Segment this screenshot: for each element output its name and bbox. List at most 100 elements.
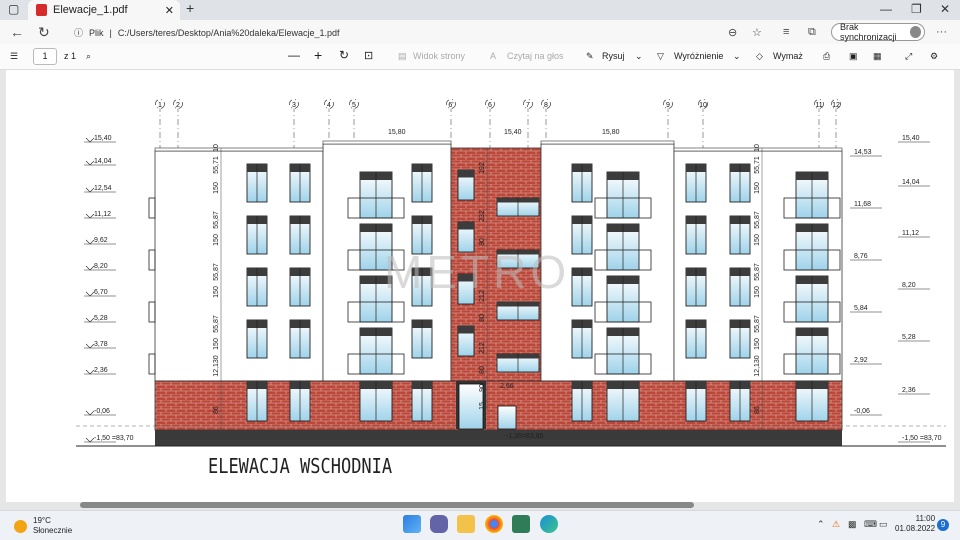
contents-icon[interactable]: ☰ [10,51,18,62]
tab-actions-icon[interactable]: ▢ [8,2,19,16]
refresh-icon[interactable]: ↻ [38,24,50,41]
window-blind-box [458,326,474,334]
tray-app-icon[interactable]: ▩ [848,519,857,530]
grid-axis-label: 10 [699,102,707,109]
app-icon[interactable] [512,515,530,533]
level-marker-icon [85,369,95,375]
page-total: z 1 [64,51,77,61]
level-marker-icon [85,410,95,416]
plinth [155,430,842,446]
url-text: C:/Users/teres/Desktop/Ania%20daleka/Ele… [117,27,340,38]
dimension-label: 150 [213,234,220,246]
dimension-label: 150 [754,286,761,298]
new-tab-button[interactable]: + [186,0,194,16]
save-as-icon[interactable]: ▦ [873,51,882,62]
chrome-icon[interactable] [485,515,503,533]
tab-close-button[interactable]: ✕ [165,4,174,17]
level-left-label: 3,78 [94,341,108,348]
zoom-in-button[interactable]: + [314,47,322,63]
keyboard-icon[interactable]: ⌨ [864,519,877,530]
windows-start-icon[interactable] [403,515,421,533]
level-entrance-label: 2,66 [500,383,514,390]
print-icon[interactable]: ⎙ [823,51,830,62]
dimension-label: 80 [479,314,486,322]
dimension-label: 232 [479,210,486,222]
sync-button[interactable]: Brak synchronizacji [831,22,925,42]
level-marker-icon [85,187,95,193]
window-blind-box [458,170,474,178]
dimension-label: 150 [213,182,220,194]
rotate-icon[interactable]: ↻ [339,48,349,62]
clock[interactable]: 11:00 01.08.2022 [895,514,935,534]
dimension-label: 150 [754,182,761,194]
favorites-list-icon[interactable]: ≡ [783,26,789,38]
chat-icon[interactable] [430,515,448,533]
erase-button[interactable]: Wymaż [773,51,803,61]
dimension-label: 192 [479,162,486,174]
level-marker-icon [85,317,95,323]
grid-axis-label: 2 [176,102,180,109]
weather-widget[interactable]: 19°C Słonecznie [14,516,72,536]
warning-icon[interactable]: ⚠ [832,519,840,530]
fit-page-icon[interactable]: ⊡ [364,49,373,62]
balcony-railing [148,301,156,323]
highlight-button[interactable]: Wyróżnienie [674,51,723,61]
sun-icon [14,519,27,533]
elevation-drawing: 1 2 3 4 5 6' 6 7 8 9 10 11 12 15,4014,0412,5411,129,… [76,99,946,479]
page-view-icon: ▤ [398,51,407,61]
grid-axis-label: 11 [815,102,822,109]
favorite-icon[interactable]: ☆ [752,26,762,39]
zoom-icon[interactable]: ⊖ [728,26,737,39]
level-right-label: 14,04 [902,179,920,186]
edge-icon[interactable] [540,515,558,533]
grid-axis-label: 12 [832,102,840,109]
minimize-button[interactable]: — [880,2,892,16]
read-aloud-icon: A [490,51,497,61]
back-icon[interactable]: ← [10,24,24,40]
settings-gear-icon[interactable]: ⚙ [930,51,938,62]
grid-axis-label: 4 [327,102,331,109]
read-aloud-button[interactable]: Czytaj na głos [507,51,564,61]
collections-icon[interactable]: ⧉ [808,26,816,39]
horizontal-scrollbar[interactable] [80,502,694,508]
dimension-label: 15 [479,402,486,410]
pdf-viewer[interactable]: 1 2 3 4 5 6' 6 7 8 9 10 11 12 15,40 14,04 12,54 11,12 9,… [0,70,960,510]
notification-badge[interactable]: 9 [937,519,949,531]
draw-chevron-down-icon[interactable]: ⌄ [635,51,643,62]
level-left-label: -1,50 =83,70 [94,435,134,442]
page-number-input[interactable]: 1 [33,48,57,65]
url-field[interactable]: ⓘ Plik | C:/Users/teres/Desktop/Ania%20d… [74,26,340,39]
pdf-icon [36,4,47,16]
grid-axis-label: 6' [448,102,453,109]
grid-axis-label: 6 [488,102,492,109]
maximize-button[interactable]: ❐ [911,2,922,16]
dimension-label: 86 [213,406,220,414]
level-right-label: 5,28 [902,334,916,341]
highlight-chevron-down-icon[interactable]: ⌄ [733,51,741,62]
dimension-label: 90 [479,384,486,392]
dimension-label: 55,87 [213,315,220,333]
dimension-label: 55,71 [754,156,761,174]
draw-button[interactable]: Rysuj [602,51,625,61]
level-right-label: 2,36 [902,387,916,394]
level-left-label: 9,62 [94,237,108,244]
weather-text: Słonecznie [33,526,73,535]
grid-axis-label: 8 [544,102,548,109]
fullscreen-icon[interactable]: ⤢ [905,51,912,62]
tray-chevron-up-icon[interactable]: ⌃ [817,519,825,530]
draw-icon: ✎ [586,51,594,61]
dimension-label: 86 [754,406,761,414]
tab-title: Elewacje_1.pdf [53,4,128,16]
file-explorer-icon[interactable] [457,515,475,533]
level-right-label: 8,20 [902,282,916,289]
page-view-button[interactable]: Widok strony [413,51,465,61]
zoom-out-button[interactable]: — [288,48,300,62]
search-icon[interactable]: ⌕ [86,51,91,62]
save-icon[interactable]: ▣ [849,51,858,62]
tab-elewacje[interactable]: Elewacje_1.pdf ✕ [28,0,180,20]
close-window-button[interactable]: ✕ [940,2,950,16]
network-icon[interactable]: ▭ [879,519,888,530]
level-marker-icon [85,265,95,271]
window-blind-box [458,222,474,230]
more-icon[interactable]: ··· [936,26,947,38]
